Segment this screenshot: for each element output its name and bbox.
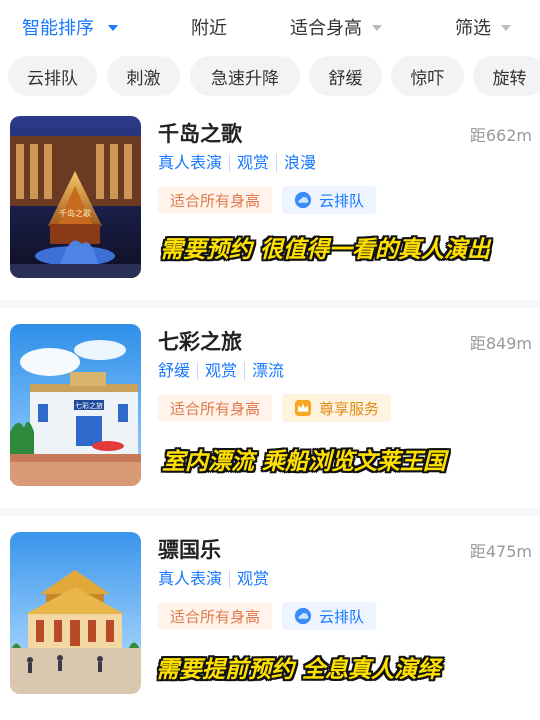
height-badge: 适合所有身高 [158,602,273,630]
tag: 观赏 [229,154,276,172]
chip-label: 急速升降 [211,68,279,89]
sort-nearby-label: 附近 [191,18,227,39]
attraction-badges: 适合所有身高 云排队 [158,602,377,630]
attraction-distance: 距662m [469,126,532,145]
cloud-queue-badge[interactable]: 云排队 [282,602,377,630]
attraction-card[interactable]: 千岛之歌 千岛之歌 距662m 真人表演 观赏 浪漫 适合所有身高 云排队 需要… [0,106,540,306]
attraction-title: 七彩之旅 [158,330,242,354]
service-badge-label: 尊享服务 [319,399,380,418]
caret-down-icon [501,25,511,31]
attraction-tags: 舒缓 观赏 漂流 [158,362,291,380]
tag: 真人表演 [158,569,223,588]
chip-spin[interactable]: 旋转 [473,56,540,96]
caption-overlay: 室内漂流 乘船浏览文莱王国 [162,449,447,475]
attraction-tags: 真人表演 观赏 浪漫 [158,154,323,172]
cloud-icon [294,191,312,209]
filter-button[interactable]: 筛选 [455,14,511,40]
attraction-tags: 真人表演 观赏 [158,570,276,588]
height-badge: 适合所有身高 [158,394,273,422]
chip-gentle[interactable]: 舒缓 [309,56,382,96]
chip-cloud-queue[interactable]: 云排队 [8,56,97,96]
sort-nearby-button[interactable]: 附近 [191,14,227,40]
sort-height-button[interactable]: 适合身高 [290,14,382,40]
cloud-icon [294,607,312,625]
filter-label: 筛选 [455,18,491,39]
caret-down-icon [372,25,382,31]
thumbnail-sign-text: 千岛之歌 [59,208,91,218]
attraction-distance: 距849m [469,334,532,353]
card-divider [0,300,540,308]
caption-overlay: 需要预约 很值得一看的真人演出 [160,237,491,263]
card-divider [0,508,540,516]
sort-bar: 智能排序 附近 适合身高 筛选 [0,0,540,50]
tag: 观赏 [197,362,244,380]
attraction-thumbnail: 七彩之旅 [10,324,141,486]
chip-label: 舒缓 [328,68,363,89]
service-badge-label: 云排队 [319,191,365,210]
attraction-title: 千岛之歌 [158,122,242,146]
attraction-distance: 距475m [469,542,532,561]
attraction-card[interactable]: 七彩之旅 七彩之旅 距849m 舒缓 观赏 漂流 适合所有身高 尊享服务 室内漂… [0,314,540,514]
attraction-badges: 适合所有身高 尊享服务 [158,394,392,422]
sort-smart-label: 智能排序 [22,18,94,39]
chip-scary[interactable]: 惊吓 [391,56,464,96]
attraction-thumbnail [10,532,141,694]
category-chips: 云排队 刺激 急速升降 舒缓 惊吓 旋转 [0,56,540,96]
chip-label: 惊吓 [410,68,445,89]
attraction-title: 骠国乐 [158,538,221,562]
chip-label: 旋转 [492,68,527,89]
tag: 舒缓 [158,361,191,380]
attraction-thumbnail: 千岛之歌 [10,116,141,278]
cloud-queue-badge[interactable]: 云排队 [282,186,377,214]
vip-service-badge[interactable]: 尊享服务 [282,394,392,422]
tag: 浪漫 [276,154,323,172]
chip-label: 刺激 [126,68,161,89]
sort-smart-button[interactable]: 智能排序 [22,14,118,40]
sort-height-label: 适合身高 [290,18,362,39]
caption-overlay: 需要提前预约 全息真人演绎 [156,657,441,683]
service-badge-label: 云排队 [319,607,365,626]
tag: 真人表演 [158,153,223,172]
attraction-card[interactable]: 骠国乐 距475m 真人表演 观赏 适合所有身高 云排队 需要提前预约 全息真人… [0,522,540,720]
thumbnail-sign-text: 七彩之旅 [75,401,103,410]
tag: 观赏 [229,570,276,588]
chip-thrill[interactable]: 刺激 [107,56,180,96]
chip-label: 云排队 [27,68,78,89]
chip-drop[interactable]: 急速升降 [190,56,300,96]
attraction-badges: 适合所有身高 云排队 [158,186,377,214]
height-badge: 适合所有身高 [158,186,273,214]
caret-down-icon [108,25,118,31]
tag: 漂流 [244,362,291,380]
crown-icon [294,399,312,417]
